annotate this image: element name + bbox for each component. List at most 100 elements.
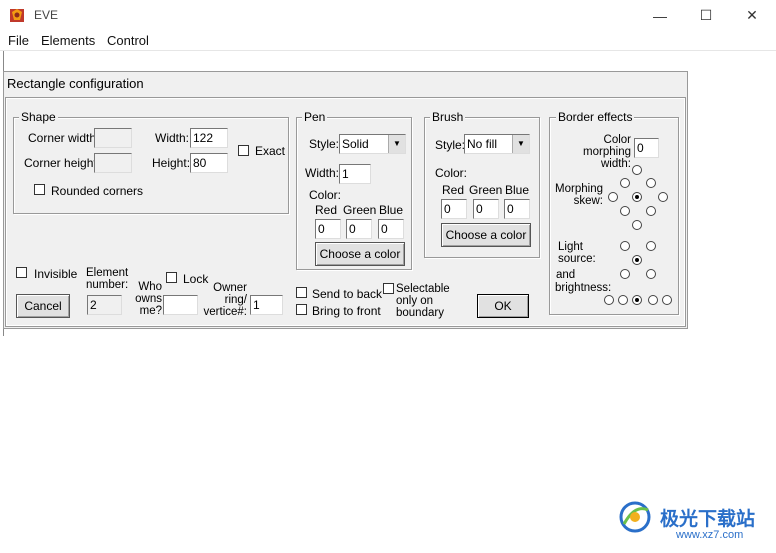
chevron-down-icon[interactable]: ▼ xyxy=(512,135,529,153)
menu-divider xyxy=(0,50,776,51)
skew-radio-e[interactable] xyxy=(658,192,668,202)
rounded-corners-label: Rounded corners xyxy=(51,184,144,198)
invisible-label: Invisible xyxy=(34,267,78,281)
color-morphing-width-field[interactable]: 0 xyxy=(634,138,659,158)
brush-style-select[interactable]: No fill ▼ xyxy=(464,134,530,154)
app-icon xyxy=(10,9,24,22)
light-radio-se[interactable] xyxy=(646,269,656,279)
pen-red-field[interactable]: 0 xyxy=(315,219,341,239)
lock-checkbox[interactable] xyxy=(166,272,177,283)
watermark-text: 极光下载站 xyxy=(660,508,756,530)
who-owns-label: Who owns me? xyxy=(135,281,162,317)
brush-green-label: Green xyxy=(469,183,503,197)
close-icon: ✕ xyxy=(746,7,758,23)
maximize-button[interactable]: ☐ xyxy=(683,0,729,31)
pen-style-value: Solid xyxy=(342,137,369,151)
pen-red-label: Red xyxy=(315,203,338,217)
menu-elements[interactable]: Elements xyxy=(41,33,95,48)
skew-radio-w[interactable] xyxy=(608,192,618,202)
brightness-label: brightness: xyxy=(555,282,612,294)
color-morphing-width-label: Color morphing width: xyxy=(583,134,631,170)
skew-radio-nw[interactable] xyxy=(620,178,630,188)
pen-width-field[interactable]: 1 xyxy=(339,164,371,184)
and-label: and xyxy=(556,269,576,281)
skew-radio-sw[interactable] xyxy=(620,206,630,216)
skew-radio-s[interactable] xyxy=(632,220,642,230)
brush-style-label: Style: xyxy=(435,138,466,152)
width-label: Width: xyxy=(155,131,190,145)
brush-group-label: Brush xyxy=(430,110,466,124)
minimize-icon: — xyxy=(653,7,667,24)
exact-label: Exact xyxy=(255,144,286,158)
menu-control[interactable]: Control xyxy=(107,33,149,48)
watermark-url: www.xz7.com xyxy=(676,529,744,541)
corner-height-label: Corner height: xyxy=(24,156,101,170)
pen-width-label: Width: xyxy=(305,166,340,180)
corner-height-field[interactable] xyxy=(94,153,132,173)
chevron-down-icon[interactable]: ▼ xyxy=(388,135,405,153)
ok-button[interactable]: OK xyxy=(477,294,529,318)
shape-group-label: Shape xyxy=(19,110,58,124)
bring-to-front-label: Bring to front xyxy=(312,304,381,318)
menu-file[interactable]: File xyxy=(8,33,29,48)
close-button[interactable]: ✕ xyxy=(729,0,775,31)
brightness-radio-2[interactable] xyxy=(618,295,628,305)
brush-red-label: Red xyxy=(442,183,465,197)
pen-color-label: Color: xyxy=(309,188,342,202)
pen-green-label: Green xyxy=(343,203,377,217)
dialog-title: Rectangle configuration xyxy=(7,76,144,91)
watermark-logo-icon xyxy=(619,501,651,533)
light-radio-sw[interactable] xyxy=(620,269,630,279)
width-field[interactable]: 122 xyxy=(190,128,228,148)
skew-radio-n[interactable] xyxy=(632,165,642,175)
light-radio-nw[interactable] xyxy=(620,241,630,251)
morphing-skew-label: Morphing skew: xyxy=(555,183,603,207)
brush-blue-label: Blue xyxy=(505,183,530,197)
light-source-label: Light source: xyxy=(558,241,596,265)
height-field[interactable]: 80 xyxy=(190,153,228,173)
invisible-checkbox[interactable] xyxy=(16,267,27,278)
selectable-boundary-label: Selectable only on boundary xyxy=(396,283,450,319)
bring-to-front-checkbox[interactable] xyxy=(296,304,307,315)
brush-color-label: Color: xyxy=(435,166,468,180)
send-to-back-label: Send to back xyxy=(312,287,383,301)
brightness-radio-4[interactable] xyxy=(648,295,658,305)
brush-blue-field[interactable]: 0 xyxy=(504,199,530,219)
window-title: EVE xyxy=(34,8,59,22)
skew-radio-se[interactable] xyxy=(646,206,656,216)
brush-red-field[interactable]: 0 xyxy=(441,199,467,219)
pen-style-select[interactable]: Solid ▼ xyxy=(339,134,406,154)
pen-blue-label: Blue xyxy=(379,203,404,217)
rounded-corners-checkbox[interactable] xyxy=(34,184,45,195)
corner-width-label: Corner width: xyxy=(28,131,100,145)
owner-ring-label: Owner ring/ vertice#: xyxy=(203,282,247,318)
height-label: Height: xyxy=(152,156,191,170)
minimize-button[interactable]: — xyxy=(637,0,683,31)
skew-radio-center[interactable] xyxy=(632,192,642,202)
cancel-button[interactable]: Cancel xyxy=(16,294,70,318)
element-number-label: Element number: xyxy=(86,267,129,291)
brush-style-value: No fill xyxy=(467,137,498,151)
send-to-back-checkbox[interactable] xyxy=(296,287,307,298)
light-radio-ne[interactable] xyxy=(646,241,656,251)
skew-radio-ne[interactable] xyxy=(646,178,656,188)
selectable-boundary-checkbox[interactable] xyxy=(383,283,394,294)
brightness-radio-3[interactable] xyxy=(632,295,642,305)
light-radio-center[interactable] xyxy=(632,255,642,265)
maximize-icon: ☐ xyxy=(699,7,713,23)
brush-choose-color-button[interactable]: Choose a color xyxy=(441,223,531,247)
brush-green-field[interactable]: 0 xyxy=(473,199,499,219)
pen-green-field[interactable]: 0 xyxy=(346,219,372,239)
brightness-radio-5[interactable] xyxy=(662,295,672,305)
brightness-radio-1[interactable] xyxy=(604,295,614,305)
pen-style-label: Style: xyxy=(309,137,340,151)
element-number-field: 2 xyxy=(87,295,122,315)
pen-group-label: Pen xyxy=(302,110,328,124)
pen-blue-field[interactable]: 0 xyxy=(378,219,404,239)
border-effects-label: Border effects xyxy=(556,110,635,124)
pen-choose-color-button[interactable]: Choose a color xyxy=(315,242,405,266)
corner-width-field[interactable] xyxy=(94,128,132,148)
owner-ring-field[interactable]: 1 xyxy=(250,295,283,315)
exact-checkbox[interactable] xyxy=(238,145,249,156)
who-owns-field[interactable] xyxy=(163,295,198,315)
